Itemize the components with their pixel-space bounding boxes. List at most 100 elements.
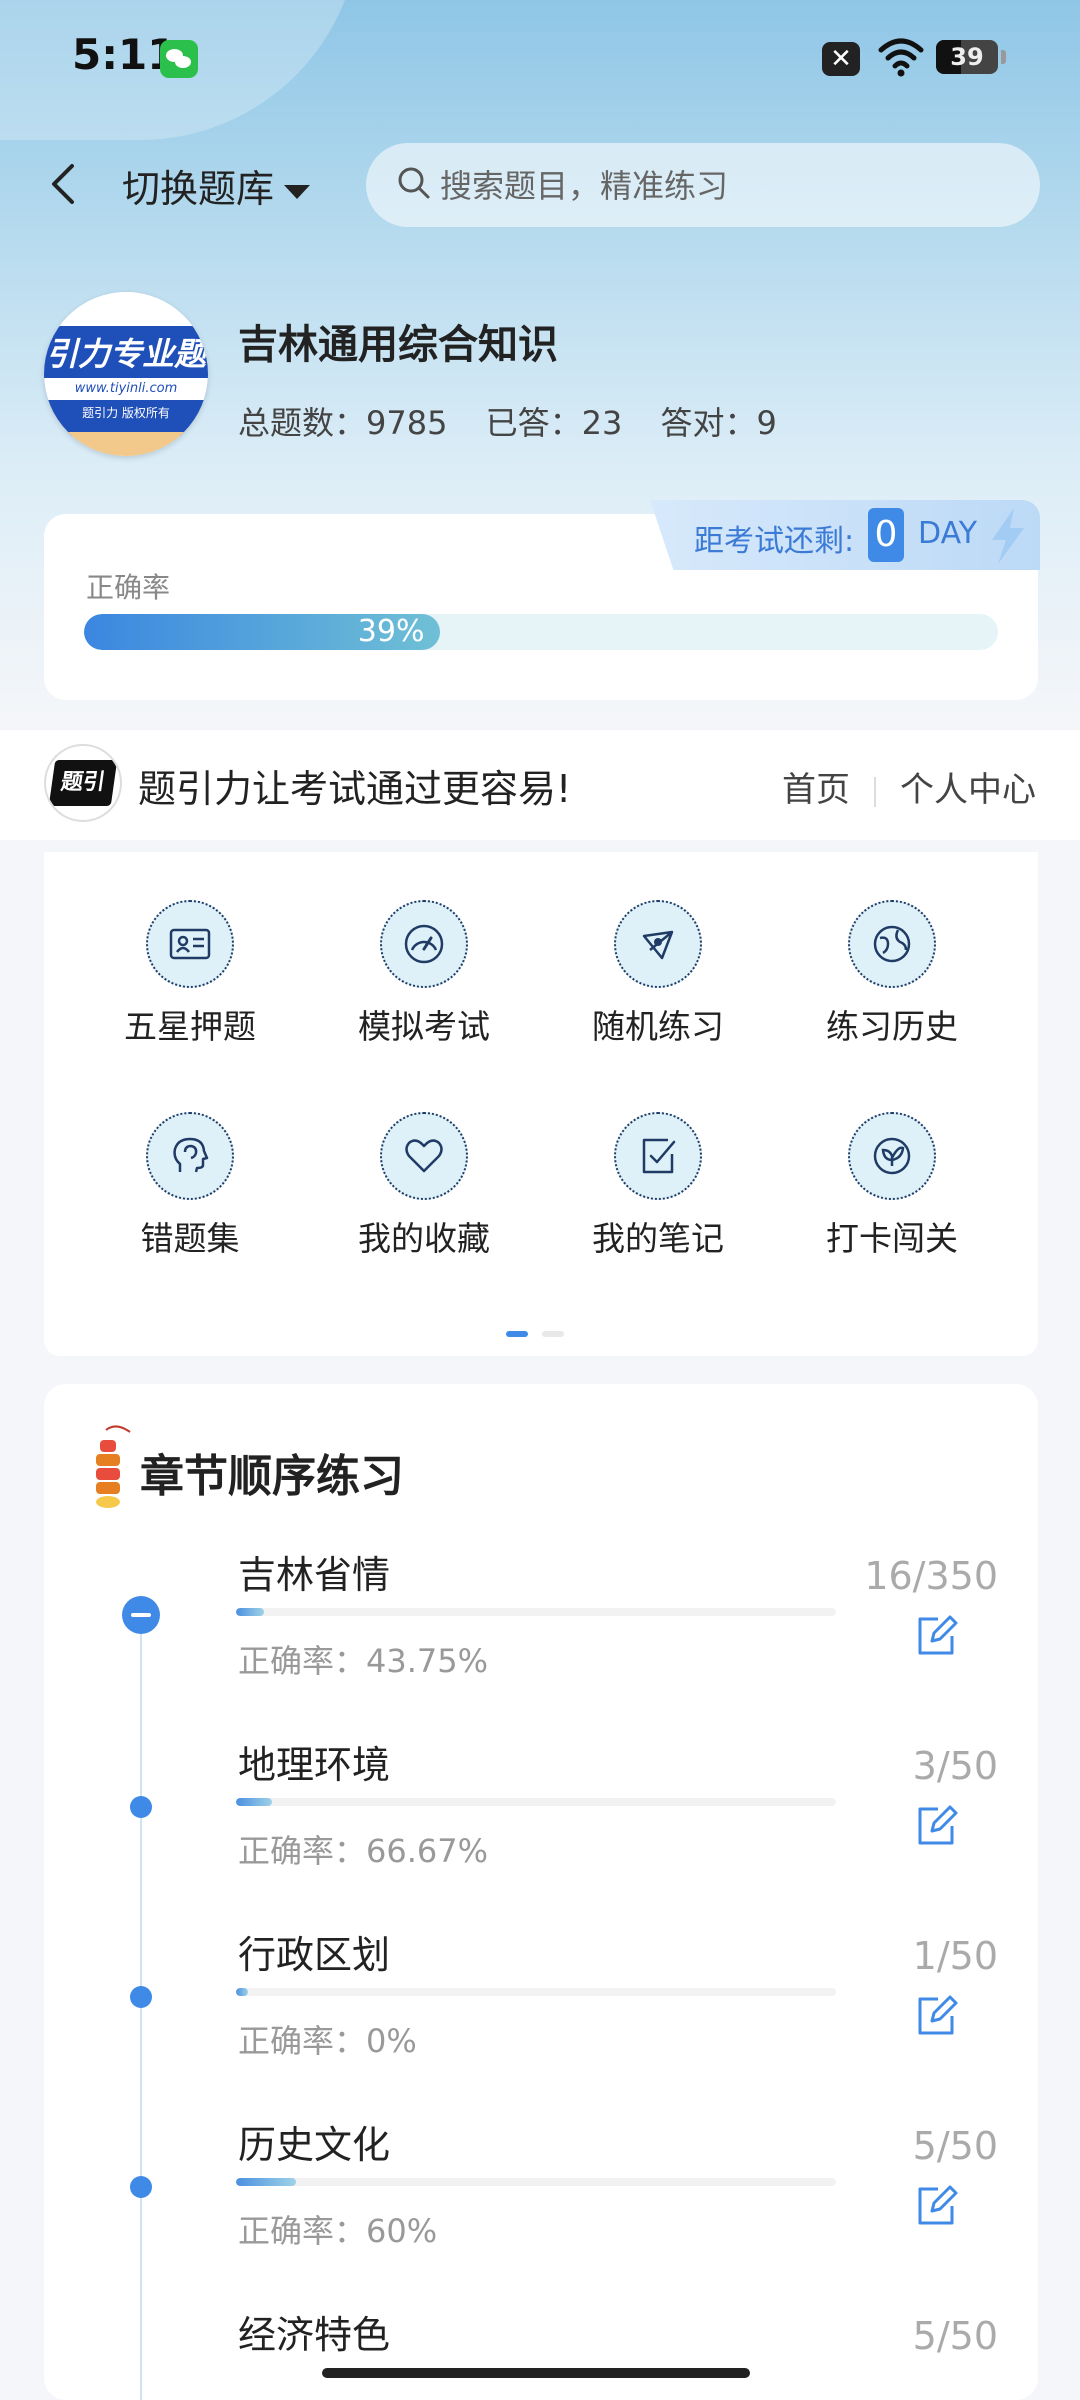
lightning-icon bbox=[992, 508, 1024, 564]
bank-logo: 引力专业题 www.tiyinli.com 题引力 版权所有 bbox=[44, 292, 208, 456]
chapter-practice-card: 章节顺序练习 吉林省情 正确率：43.75% 16/350 地理环境 正确率：6… bbox=[44, 1384, 1038, 2400]
switch-bank-label: 切换题库 bbox=[122, 167, 275, 211]
speedometer-icon bbox=[380, 900, 468, 988]
back-arrow-icon[interactable] bbox=[44, 160, 84, 208]
page-dot-active bbox=[506, 1331, 528, 1337]
slogan-text: 题引力让考试通过更容易! bbox=[138, 767, 572, 811]
chapter-progress bbox=[236, 1798, 836, 1806]
slogan-nav: 首页 个人中心 bbox=[782, 762, 1036, 811]
feature-grid: 五星押题 模拟考试 随机练习 练习历史 错题集 我的收藏 我的笔记 打卡闯关 bbox=[44, 852, 1038, 1356]
home-indicator[interactable] bbox=[322, 2368, 750, 2378]
chapter-count: 3/50 bbox=[912, 1744, 998, 1788]
caret-down-icon bbox=[284, 184, 311, 199]
chapter-rate: 正确率：0% bbox=[238, 2022, 417, 2060]
page-dot bbox=[542, 1331, 564, 1337]
chapter-row[interactable]: 经济特色 5/50 bbox=[44, 2304, 1038, 2400]
edit-icon[interactable] bbox=[914, 1994, 958, 2038]
chapter-name: 地理环境 bbox=[238, 1743, 391, 1787]
logo-main-text: 引力专业题 bbox=[45, 335, 206, 373]
globe-icon bbox=[848, 900, 936, 988]
nav-home-link[interactable]: 首页 bbox=[782, 770, 850, 810]
feature-label: 打卡闯关 bbox=[826, 1219, 958, 1258]
countdown-label: 距考试还剩: bbox=[694, 524, 855, 559]
network-icon bbox=[614, 900, 702, 988]
bank-title: 吉林通用综合知识 bbox=[238, 322, 558, 368]
feature-wrong-answers[interactable]: 错题集 bbox=[90, 1112, 290, 1272]
chapter-rate: 正确率：60% bbox=[238, 2212, 438, 2250]
status-bar: 5:11 ✕ 39 bbox=[0, 0, 1080, 120]
battery-level: 39 bbox=[950, 43, 984, 71]
countdown-value: 0 bbox=[868, 508, 904, 562]
chapter-progress-fill bbox=[236, 2178, 296, 2186]
nav-profile-link[interactable]: 个人中心 bbox=[900, 770, 1036, 810]
edit-icon[interactable] bbox=[914, 1804, 958, 1848]
chapter-row[interactable]: 地理环境 正确率：66.67% 3/50 bbox=[44, 1734, 1038, 1924]
note-check-icon bbox=[614, 1112, 702, 1200]
leaf-badge-icon bbox=[848, 1112, 936, 1200]
feature-label: 错题集 bbox=[140, 1219, 240, 1258]
chapter-progress bbox=[236, 2178, 836, 2186]
accuracy-progress-bar: 39% bbox=[84, 614, 998, 650]
feature-label: 我的笔记 bbox=[592, 1219, 724, 1258]
chapter-name: 经济特色 bbox=[238, 2313, 391, 2357]
feature-check-in[interactable]: 打卡闯关 bbox=[792, 1112, 992, 1272]
feature-label: 模拟考试 bbox=[358, 1007, 490, 1046]
feature-practice-history[interactable]: 练习历史 bbox=[792, 900, 992, 1060]
collapse-node-icon[interactable] bbox=[122, 1596, 160, 1634]
stat-total: 总题数：9785 bbox=[238, 404, 448, 442]
search-input[interactable] bbox=[438, 159, 1002, 213]
notification-x-icon: ✕ bbox=[822, 42, 860, 76]
stat-correct: 答对：9 bbox=[660, 404, 777, 442]
feature-five-star[interactable]: 五星押题 bbox=[90, 900, 290, 1060]
chapter-progress-fill bbox=[236, 1608, 264, 1616]
timeline-dot bbox=[130, 2176, 152, 2198]
timeline-dot bbox=[130, 1796, 152, 1818]
feature-notes[interactable]: 我的笔记 bbox=[558, 1112, 758, 1272]
search-icon bbox=[398, 167, 430, 199]
feature-label: 练习历史 bbox=[826, 1007, 958, 1046]
accuracy-percent: 39% bbox=[357, 614, 425, 649]
stat-answered: 已答：23 bbox=[485, 404, 623, 442]
chapter-name: 行政区划 bbox=[238, 1933, 391, 1977]
feature-random-practice[interactable]: 随机练习 bbox=[558, 900, 758, 1060]
chapter-row[interactable]: 行政区划 正确率：0% 1/50 bbox=[44, 1924, 1038, 2114]
edit-icon[interactable] bbox=[914, 1614, 958, 1658]
wechat-icon bbox=[160, 40, 198, 78]
feature-label: 五星押题 bbox=[124, 1007, 256, 1046]
chapter-name: 吉林省情 bbox=[238, 1553, 391, 1597]
chapter-progress-fill bbox=[236, 1798, 272, 1806]
chapter-count: 16/350 bbox=[864, 1554, 998, 1598]
chapter-row[interactable]: 吉林省情 正确率：43.75% 16/350 bbox=[44, 1544, 1038, 1734]
feature-label: 我的收藏 bbox=[358, 1219, 490, 1258]
bank-stats: 总题数：9785 已答：23 答对：9 bbox=[238, 398, 805, 444]
battery-icon: 39 bbox=[936, 40, 1006, 74]
chapter-count: 1/50 bbox=[912, 1934, 998, 1978]
search-bar[interactable] bbox=[366, 143, 1040, 227]
id-card-icon bbox=[146, 900, 234, 988]
feature-favorites[interactable]: 我的收藏 bbox=[324, 1112, 524, 1272]
chapter-progress bbox=[236, 1988, 836, 1996]
logo-url-text: www.tiyinli.com bbox=[44, 378, 208, 400]
feature-label: 随机练习 bbox=[592, 1007, 724, 1046]
brand-logo: 题引力 bbox=[44, 744, 122, 822]
chapter-name: 历史文化 bbox=[238, 2123, 391, 2167]
chapter-row[interactable]: 历史文化 正确率：60% 5/50 bbox=[44, 2114, 1038, 2304]
page-indicator bbox=[506, 1322, 578, 1341]
chapter-progress-fill bbox=[236, 1988, 248, 1996]
brand-logo-text: 题引力 bbox=[48, 760, 118, 820]
chapter-rate: 正确率：43.75% bbox=[238, 1642, 489, 1680]
chapter-count: 5/50 bbox=[912, 2314, 998, 2358]
switch-bank-dropdown[interactable]: 切换题库 bbox=[122, 158, 311, 213]
slogan-bar: 题引力 题引力让考试通过更容易! 首页 个人中心 bbox=[0, 730, 1080, 840]
heart-icon bbox=[380, 1112, 468, 1200]
feature-mock-exam[interactable]: 模拟考试 bbox=[324, 900, 524, 1060]
head-icon bbox=[146, 1112, 234, 1200]
edit-icon[interactable] bbox=[914, 2184, 958, 2228]
nav-divider bbox=[874, 776, 876, 807]
chapter-section-title: 章节顺序练习 bbox=[140, 1451, 404, 1502]
exam-countdown: 距考试还剩: 0 DAY bbox=[650, 500, 1040, 570]
timeline-dot bbox=[130, 1986, 152, 2008]
chapter-progress bbox=[236, 1608, 836, 1616]
logo-small-text: 题引力 版权所有 bbox=[82, 406, 170, 420]
accuracy-label: 正确率 bbox=[86, 571, 171, 604]
